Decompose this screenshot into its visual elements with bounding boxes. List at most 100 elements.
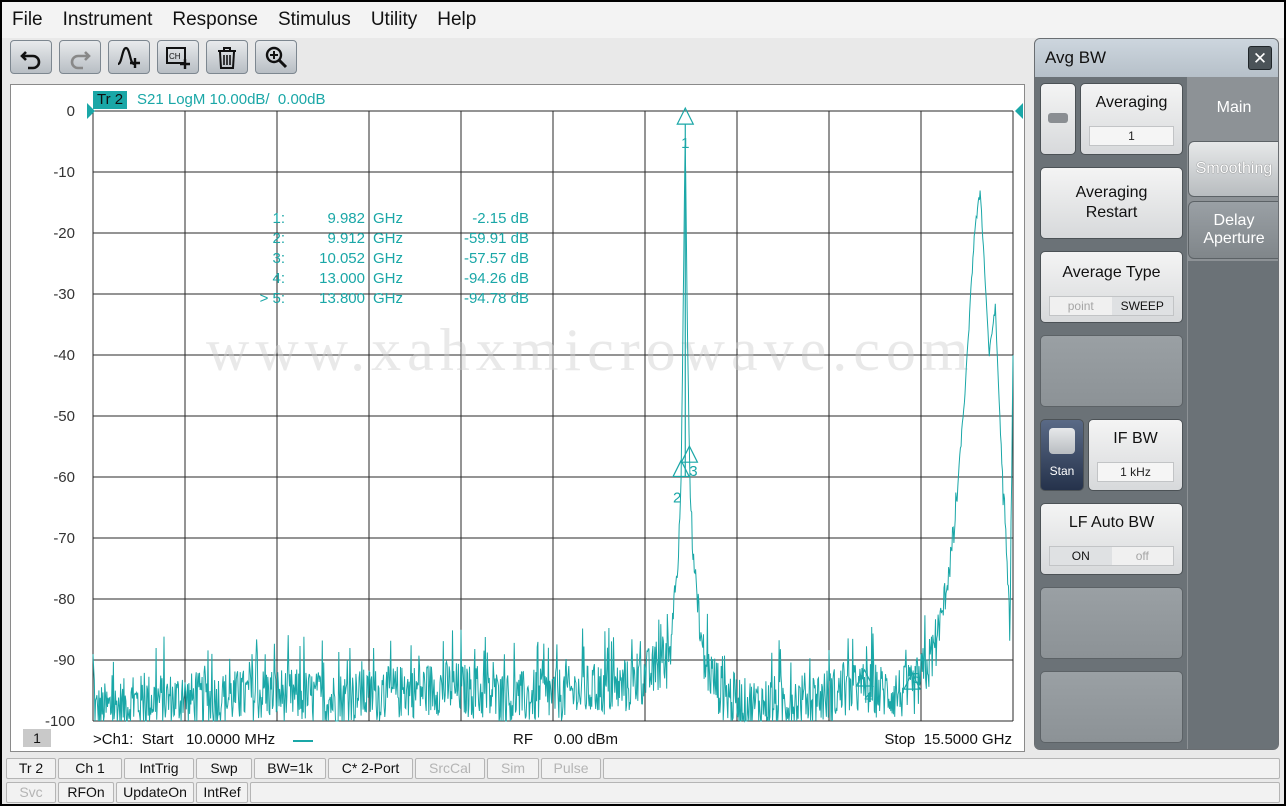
watermark-text: www.xahxmicrowave.com	[206, 317, 975, 383]
averaging-toggle-button[interactable]	[1040, 83, 1076, 155]
averaging-value[interactable]: 1	[1089, 126, 1174, 146]
add-marker-icon	[117, 46, 140, 68]
zoom-in-icon	[265, 46, 288, 69]
panel-header: Avg BW ✕	[1035, 39, 1278, 77]
menu-file[interactable]: File	[12, 9, 43, 31]
status-filler	[603, 758, 1280, 779]
marker-readout-id: 2:	[272, 230, 285, 247]
toggle-indicator	[1048, 113, 1068, 123]
marker-readout-id: 1:	[272, 210, 285, 227]
status-svc[interactable]: Svc	[6, 782, 56, 803]
averaging-label: Averaging	[1095, 94, 1168, 111]
lf-auto-bw-on[interactable]: ON	[1050, 547, 1112, 565]
status-rfon[interactable]: RFOn	[58, 782, 114, 803]
menu-help[interactable]: Help	[437, 9, 476, 31]
menu-bar: File Instrument Response Stimulus Utilit…	[2, 2, 1284, 38]
empty-softkey	[1040, 587, 1183, 659]
start-frequency[interactable]: >Ch1: Start 10.0000 MHz	[93, 731, 275, 748]
marker-readout-value: -59.91 dB	[464, 230, 529, 247]
panel-button-area: Averaging 1 Averaging Restart Average Ty…	[1035, 77, 1187, 749]
marker-number-2: 2	[673, 489, 681, 506]
marker-readout-value: -57.57 dB	[464, 250, 529, 267]
undo-icon	[20, 51, 41, 70]
panel-close-button[interactable]: ✕	[1248, 46, 1272, 70]
status-bar-bottom: Svc RFOn UpdateOn IntRef	[6, 782, 1282, 803]
marker-readout-id: 3:	[272, 250, 285, 267]
y-tick-label: -10	[53, 164, 75, 181]
vna-application-window: File Instrument Response Stimulus Utilit…	[0, 0, 1286, 806]
y-tick-label: -40	[53, 347, 75, 364]
y-tick-label: 0	[67, 103, 75, 120]
close-icon: ✕	[1252, 48, 1268, 68]
marker-readout-frequency: 9.982	[327, 210, 365, 227]
marker-readout-id: 4:	[272, 270, 285, 287]
status-srccal[interactable]: SrcCal	[415, 758, 485, 779]
marker-readout-unit: GHz	[373, 250, 403, 267]
if-bw-mode-toggle[interactable]: Stan	[1040, 419, 1084, 491]
y-tick-label: -30	[53, 286, 75, 303]
average-type-label: Average Type	[1062, 264, 1161, 281]
lf-auto-bw-label: LF Auto BW	[1068, 514, 1155, 531]
averaging-restart-button[interactable]: Averaging Restart	[1040, 167, 1183, 239]
marker-readout-value: -2.15 dB	[472, 210, 529, 227]
average-type-sweep[interactable]: SWEEP	[1111, 297, 1173, 315]
marker-readout-unit: GHz	[373, 230, 403, 247]
toolbar: CH	[10, 40, 304, 76]
stop-frequency[interactable]: Stop 15.5000 GHz	[884, 731, 1012, 748]
menu-response[interactable]: Response	[172, 9, 258, 31]
menu-instrument[interactable]: Instrument	[63, 9, 153, 31]
zoom-button[interactable]	[255, 40, 297, 74]
trash-icon	[218, 47, 236, 69]
if-bw-label: IF BW	[1113, 430, 1158, 447]
status-swp[interactable]: Swp	[196, 758, 252, 779]
add-marker-button[interactable]	[108, 40, 150, 74]
status-bw-1k[interactable]: BW=1k	[254, 758, 326, 779]
status-intref[interactable]: IntRef	[196, 782, 248, 803]
averaging-button[interactable]: Averaging 1	[1080, 83, 1183, 155]
trace-plot[interactable]: 0 -10 -20 -30 -40 -50 -60 -70 -80 -90 -100 www.xahx…	[11, 85, 1024, 751]
average-type-point[interactable]: point	[1050, 297, 1112, 315]
avg-bw-panel: Avg BW ✕ Averaging 1 Averaging Restart A…	[1034, 38, 1279, 750]
lf-auto-bw-toggle[interactable]: ON off	[1049, 546, 1174, 566]
channel-number[interactable]: 1	[23, 729, 51, 747]
menu-utility[interactable]: Utility	[371, 9, 417, 31]
y-tick-label: -20	[53, 225, 75, 242]
tab-delay-aperture[interactable]: Delay Aperture	[1188, 201, 1278, 259]
tab-smoothing[interactable]: Smoothing	[1188, 141, 1278, 197]
if-bw-button[interactable]: IF BW 1 kHz	[1088, 419, 1183, 491]
y-tick-label: -80	[53, 591, 75, 608]
add-channel-button[interactable]: CH	[157, 40, 199, 74]
trace-description[interactable]: S21 LogM 10.00dB/ 0.00dB	[137, 91, 325, 109]
if-bw-mode-label: Stan	[1049, 464, 1075, 478]
average-type-button[interactable]: Average Type point SWEEP	[1040, 251, 1183, 323]
rf-power[interactable]: RF 0.00 dBm	[513, 731, 618, 748]
status-updateon[interactable]: UpdateOn	[116, 782, 194, 803]
svg-text:CH: CH	[169, 52, 181, 61]
redo-button[interactable]	[59, 40, 101, 74]
toggle-knob	[1049, 428, 1075, 454]
marker-readout-frequency: 13.000	[319, 270, 365, 287]
status-ch-1[interactable]: Ch 1	[58, 758, 122, 779]
average-type-toggle[interactable]: point SWEEP	[1049, 296, 1174, 316]
trace-tag[interactable]: Tr 2	[93, 91, 128, 109]
status-pulse[interactable]: Pulse	[541, 758, 601, 779]
marker-number-3: 3	[689, 463, 697, 480]
marker-readout-unit: GHz	[373, 290, 403, 307]
averaging-restart-label-1: Averaging	[1075, 184, 1148, 201]
lf-auto-bw-off[interactable]: off	[1112, 547, 1174, 565]
status-sim[interactable]: Sim	[487, 758, 539, 779]
tab-main[interactable]: Main	[1188, 83, 1278, 139]
if-bw-value[interactable]: 1 kHz	[1097, 462, 1174, 482]
tab-delay-label-1: Delay	[1213, 212, 1255, 229]
delete-button[interactable]	[206, 40, 248, 74]
status-inttrig[interactable]: IntTrig	[124, 758, 194, 779]
lf-auto-bw-button[interactable]: LF Auto BW ON off	[1040, 503, 1183, 575]
status-c-2-port[interactable]: C* 2-Port	[328, 758, 413, 779]
empty-softkey	[1040, 335, 1183, 407]
status-tr-2[interactable]: Tr 2	[6, 758, 56, 779]
undo-button[interactable]	[10, 40, 52, 74]
redo-icon	[70, 51, 91, 70]
menu-stimulus[interactable]: Stimulus	[278, 9, 351, 31]
status-bar-top: Tr 2 Ch 1 IntTrig Swp BW=1k C* 2-Port SrcCal Si…	[6, 758, 1282, 779]
tab-strip-background	[1188, 261, 1278, 749]
